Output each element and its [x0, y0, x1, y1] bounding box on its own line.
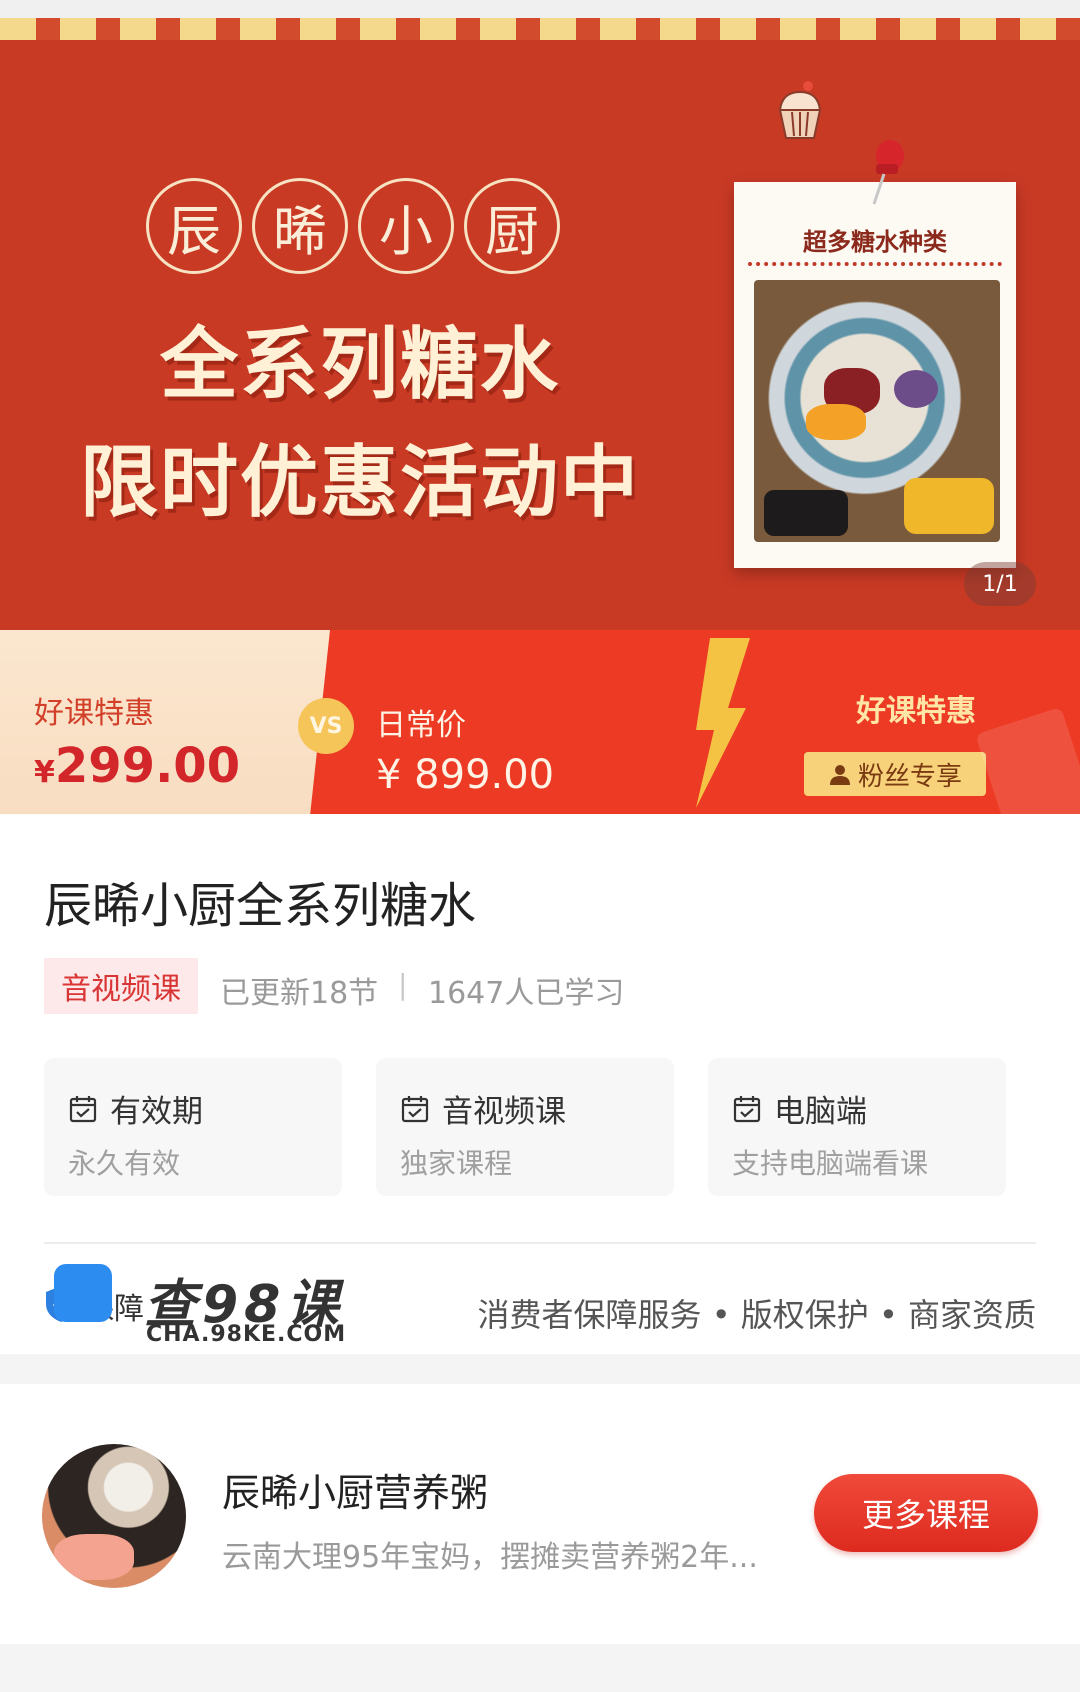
banner-checker-border — [0, 18, 1080, 46]
feature-title: 电脑端 — [774, 1094, 867, 1130]
regular-price-label: 日常价 — [376, 708, 466, 743]
feature-title: 有效期 — [110, 1094, 203, 1130]
banner-headline-1: 全系列糖水 — [159, 320, 560, 410]
promo-price-value: 299.00 — [54, 738, 241, 794]
course-banner[interactable]: 辰 晞 小 厨 全系列糖水 限时优惠活动中 超多糖水种类 1/1 — [0, 0, 1080, 630]
guarantee-services: 消费者保障服务 • 版权保护 • 商家资质 — [477, 1296, 1036, 1334]
feature-subtitle: 支持电脑端看课 — [732, 1147, 929, 1180]
guarantee-row[interactable]: 保障 查98课 CHA.98KE.COM 消费者保障服务 • 版权保护 • 商家… — [44, 1262, 1036, 1347]
promo-price: ¥299.00 — [34, 738, 240, 794]
section-divider — [44, 1242, 1036, 1244]
course-title: 辰晞小厨全系列糖水 — [44, 878, 477, 934]
banner-photo-card: 超多糖水种类 — [734, 182, 1016, 568]
brand-char: 辰 — [146, 178, 242, 274]
author-card: 辰晞小厨营养粥 云南大理95年宝妈，摆摊卖营养粥2年... 更多课程 — [0, 1384, 1080, 1644]
author-name[interactable]: 辰晞小厨营养粥 — [222, 1462, 488, 1517]
shield-icon — [46, 1286, 76, 1322]
learner-count: 1647人已学习 — [428, 976, 625, 1011]
fans-only-label: 粉丝专享 — [857, 761, 962, 792]
brand-char: 小 — [358, 178, 454, 274]
lesson-update-count: 已更新18节 — [220, 976, 379, 1011]
feature-subtitle: 永久有效 — [68, 1147, 181, 1180]
price-bar: 好课特惠 ¥299.00 VS 日常价 ¥ 899.00 好课特惠 粉丝专享 — [0, 630, 1080, 814]
calendar-icon — [401, 1095, 429, 1122]
feature-media-type: 音视频课 独家课程 — [376, 1058, 674, 1196]
feature-subtitle: 独家课程 — [400, 1147, 513, 1180]
vs-badge: VS — [298, 698, 354, 754]
banner-page-indicator: 1/1 — [964, 562, 1036, 606]
brand-circle-row: 辰 晞 小 厨 — [146, 178, 560, 274]
more-courses-button[interactable]: 更多课程 — [814, 1474, 1038, 1552]
regular-price: ¥ 899.00 — [376, 752, 555, 798]
author-avatar[interactable] — [42, 1444, 186, 1588]
red-envelope-decoration — [975, 706, 1080, 814]
pushpin-icon — [872, 140, 904, 205]
promo-price-label: 好课特惠 — [34, 696, 154, 731]
meta-separator: | — [398, 968, 408, 1001]
guarantee-label: 保障 — [84, 1292, 144, 1327]
promo-tag-label: 好课特惠 — [856, 694, 976, 729]
photo-card-title: 超多糖水种类 — [803, 228, 947, 256]
feature-validity: 有效期 永久有效 — [44, 1058, 342, 1196]
feature-platform: 电脑端 支持电脑端看课 — [708, 1058, 1006, 1196]
calendar-icon — [733, 1095, 761, 1122]
course-type-tag: 音视频课 — [44, 958, 198, 1014]
author-description: 云南大理95年宝妈，摆摊卖营养粥2年... — [222, 1540, 758, 1575]
photo-card-divider — [748, 262, 1002, 266]
calendar-icon — [69, 1095, 97, 1122]
cupcake-icon — [778, 81, 822, 139]
fans-only-badge: 粉丝专享 — [804, 752, 986, 796]
currency-symbol: ¥ — [34, 755, 55, 790]
feature-title: 音视频课 — [442, 1094, 566, 1130]
watermark-text: 查98课 — [144, 1275, 345, 1335]
promo-price-panel: 好课特惠 ¥299.00 — [0, 630, 330, 814]
brand-char: 晞 — [252, 178, 348, 274]
lightning-bolt-icon — [696, 638, 750, 808]
banner-top-strip — [0, 0, 1080, 18]
brand-char: 厨 — [464, 178, 560, 274]
user-icon — [829, 765, 850, 785]
course-detail-page: 辰 晞 小 厨 全系列糖水 限时优惠活动中 超多糖水种类 1/1 好课特惠 ¥2… — [0, 0, 1080, 1692]
dessert-photo — [754, 280, 1000, 542]
watermark-url: CHA.98KE.COM — [146, 1322, 347, 1347]
banner-headline-2: 限时优惠活动中 — [79, 438, 640, 528]
course-info-card: 辰晞小厨全系列糖水 音视频课 已更新18节 | 1647人已学习 有效期 永久有… — [0, 814, 1080, 1354]
